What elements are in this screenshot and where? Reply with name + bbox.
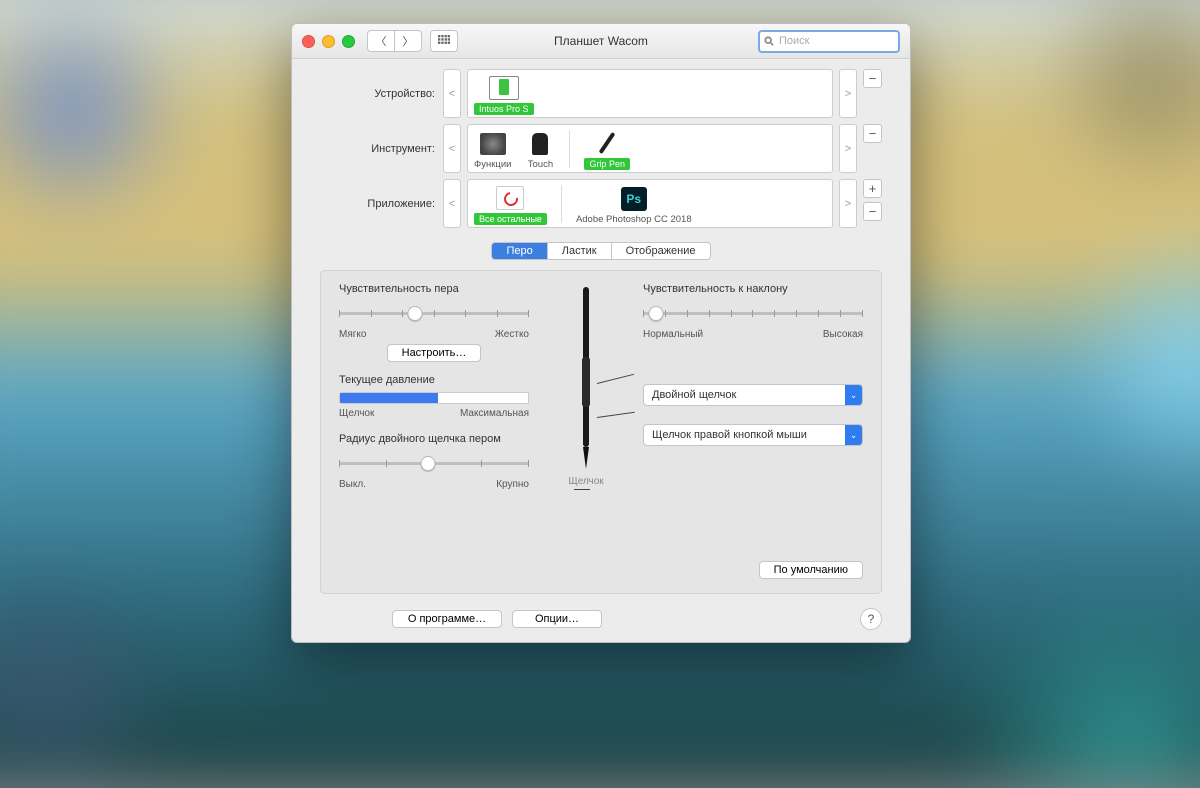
minimize-icon[interactable]: [322, 35, 335, 48]
generic-app-icon: [496, 186, 524, 210]
divider: [561, 185, 562, 223]
search-icon: [764, 36, 774, 46]
device-item-label: Intuos Pro S: [474, 103, 534, 115]
lead-line: [574, 489, 590, 490]
tool-item-label: Touch: [528, 159, 553, 170]
app-item-all[interactable]: Все остальные: [474, 185, 547, 225]
pen-panel: Чувствительность пера Мягко Жестко Настр…: [320, 270, 882, 594]
grid-icon: [438, 35, 450, 47]
app-picker: Приложение: < Все остальные Ps Adobe Pho…: [320, 179, 882, 228]
device-item[interactable]: Intuos Pro S: [474, 75, 534, 115]
window-body: Устройство: < Intuos Pro S > − Инструмен…: [292, 59, 910, 642]
tool-remove-button[interactable]: −: [863, 124, 882, 143]
tool-list[interactable]: Функции Touch Grip Pen: [467, 124, 833, 173]
help-button[interactable]: ?: [860, 608, 882, 630]
chevron-down-icon: ⌄: [845, 425, 862, 445]
dropdown-value: Щелчок правой кнопкой мыши: [644, 429, 845, 441]
current-pressure-bar: [339, 392, 529, 404]
show-all-button[interactable]: [430, 30, 458, 52]
app-item-label: Все остальные: [474, 213, 547, 225]
search-field[interactable]: [758, 30, 900, 53]
customize-button[interactable]: Настроить…: [387, 344, 482, 362]
device-picker: Устройство: < Intuos Pro S > −: [320, 69, 882, 118]
device-remove-button[interactable]: −: [863, 69, 882, 88]
app-list[interactable]: Все остальные Ps Adobe Photoshop CC 2018: [467, 179, 833, 228]
nav-group: 〈 〉: [367, 30, 422, 52]
tab-bar: Перо Ластик Отображение: [491, 242, 710, 260]
default-button[interactable]: По умолчанию: [759, 561, 863, 579]
dropdown-value: Двойной щелчок: [644, 389, 845, 401]
titlebar: 〈 〉 Планшет Wacom: [292, 24, 910, 59]
app-prev-button[interactable]: <: [443, 179, 461, 228]
tilt-endlabels: Нормальный Высокая: [643, 329, 863, 340]
pen-tip-label: Щелчок: [568, 476, 603, 487]
device-prev-button[interactable]: <: [443, 69, 461, 118]
close-icon[interactable]: [302, 35, 315, 48]
tab-eraser[interactable]: Ластик: [548, 243, 612, 259]
pressure-slider[interactable]: [339, 305, 529, 321]
tool-next-button[interactable]: >: [839, 124, 857, 173]
current-pressure-endlabels: Щелчок Максимальная: [339, 408, 529, 419]
radius-slider[interactable]: [339, 455, 529, 471]
app-label: Приложение:: [320, 198, 437, 210]
tab-mapping[interactable]: Отображение: [612, 243, 710, 259]
about-button[interactable]: О программе…: [392, 610, 502, 628]
tool-prev-button[interactable]: <: [443, 124, 461, 173]
radius-heading: Радиус двойного щелчка пером: [339, 433, 529, 445]
tool-item-label: Функции: [474, 159, 511, 170]
tool-item-touch[interactable]: Touch: [525, 131, 555, 170]
device-list[interactable]: Intuos Pro S: [467, 69, 833, 118]
lead-line: [597, 412, 635, 418]
device-label: Устройство:: [320, 88, 437, 100]
app-item-photoshop[interactable]: Ps Adobe Photoshop CC 2018: [576, 186, 692, 225]
pen-image-icon: [579, 287, 593, 472]
forward-button[interactable]: 〉: [394, 30, 422, 52]
bottom-bar: О программе… Опции… ?: [320, 600, 882, 638]
app-remove-button[interactable]: −: [863, 202, 882, 221]
back-button[interactable]: 〈: [367, 30, 394, 52]
current-pressure-heading: Текущее давление: [339, 374, 529, 386]
divider: [569, 130, 570, 168]
functions-icon: [480, 133, 506, 155]
traffic-lights: [302, 35, 355, 48]
tilt-heading: Чувствительность к наклону: [643, 283, 863, 295]
tablet-icon: [489, 76, 519, 100]
left-column: Чувствительность пера Мягко Жестко Настр…: [339, 283, 529, 581]
tool-item-functions[interactable]: Функции: [474, 131, 511, 170]
right-column: Чувствительность к наклону Нормальный Вы…: [643, 283, 863, 581]
pen-diagram: Щелчок: [543, 283, 629, 581]
search-input[interactable]: [777, 34, 894, 48]
lead-line: [597, 374, 634, 384]
tool-item-label: Grip Pen: [584, 158, 630, 170]
chevron-down-icon: ⌄: [845, 385, 862, 405]
app-next-button[interactable]: >: [839, 179, 857, 228]
radius-endlabels: Выкл. Крупно: [339, 479, 529, 490]
touch-icon: [532, 133, 548, 155]
app-item-label: Adobe Photoshop CC 2018: [576, 214, 692, 225]
app-add-button[interactable]: +: [863, 179, 882, 198]
prefs-window: 〈 〉 Планшет Wacom Устройство: < Intuos P: [291, 23, 911, 643]
photoshop-icon: Ps: [621, 187, 647, 211]
tool-picker: Инструмент: < Функции Touch Grip Pen > −: [320, 124, 882, 173]
options-button[interactable]: Опции…: [512, 610, 602, 628]
pressure-heading: Чувствительность пера: [339, 283, 529, 295]
pen-icon: [599, 132, 616, 154]
tool-item-grip-pen[interactable]: Grip Pen: [584, 130, 630, 170]
button-upper-dropdown[interactable]: Двойной щелчок ⌄: [643, 384, 863, 406]
button-lower-dropdown[interactable]: Щелчок правой кнопкой мыши ⌄: [643, 424, 863, 446]
pressure-endlabels: Мягко Жестко: [339, 329, 529, 340]
device-next-button[interactable]: >: [839, 69, 857, 118]
zoom-icon[interactable]: [342, 35, 355, 48]
tab-pen[interactable]: Перо: [492, 243, 547, 259]
tool-label: Инструмент:: [320, 143, 437, 155]
tilt-slider[interactable]: [643, 305, 863, 321]
